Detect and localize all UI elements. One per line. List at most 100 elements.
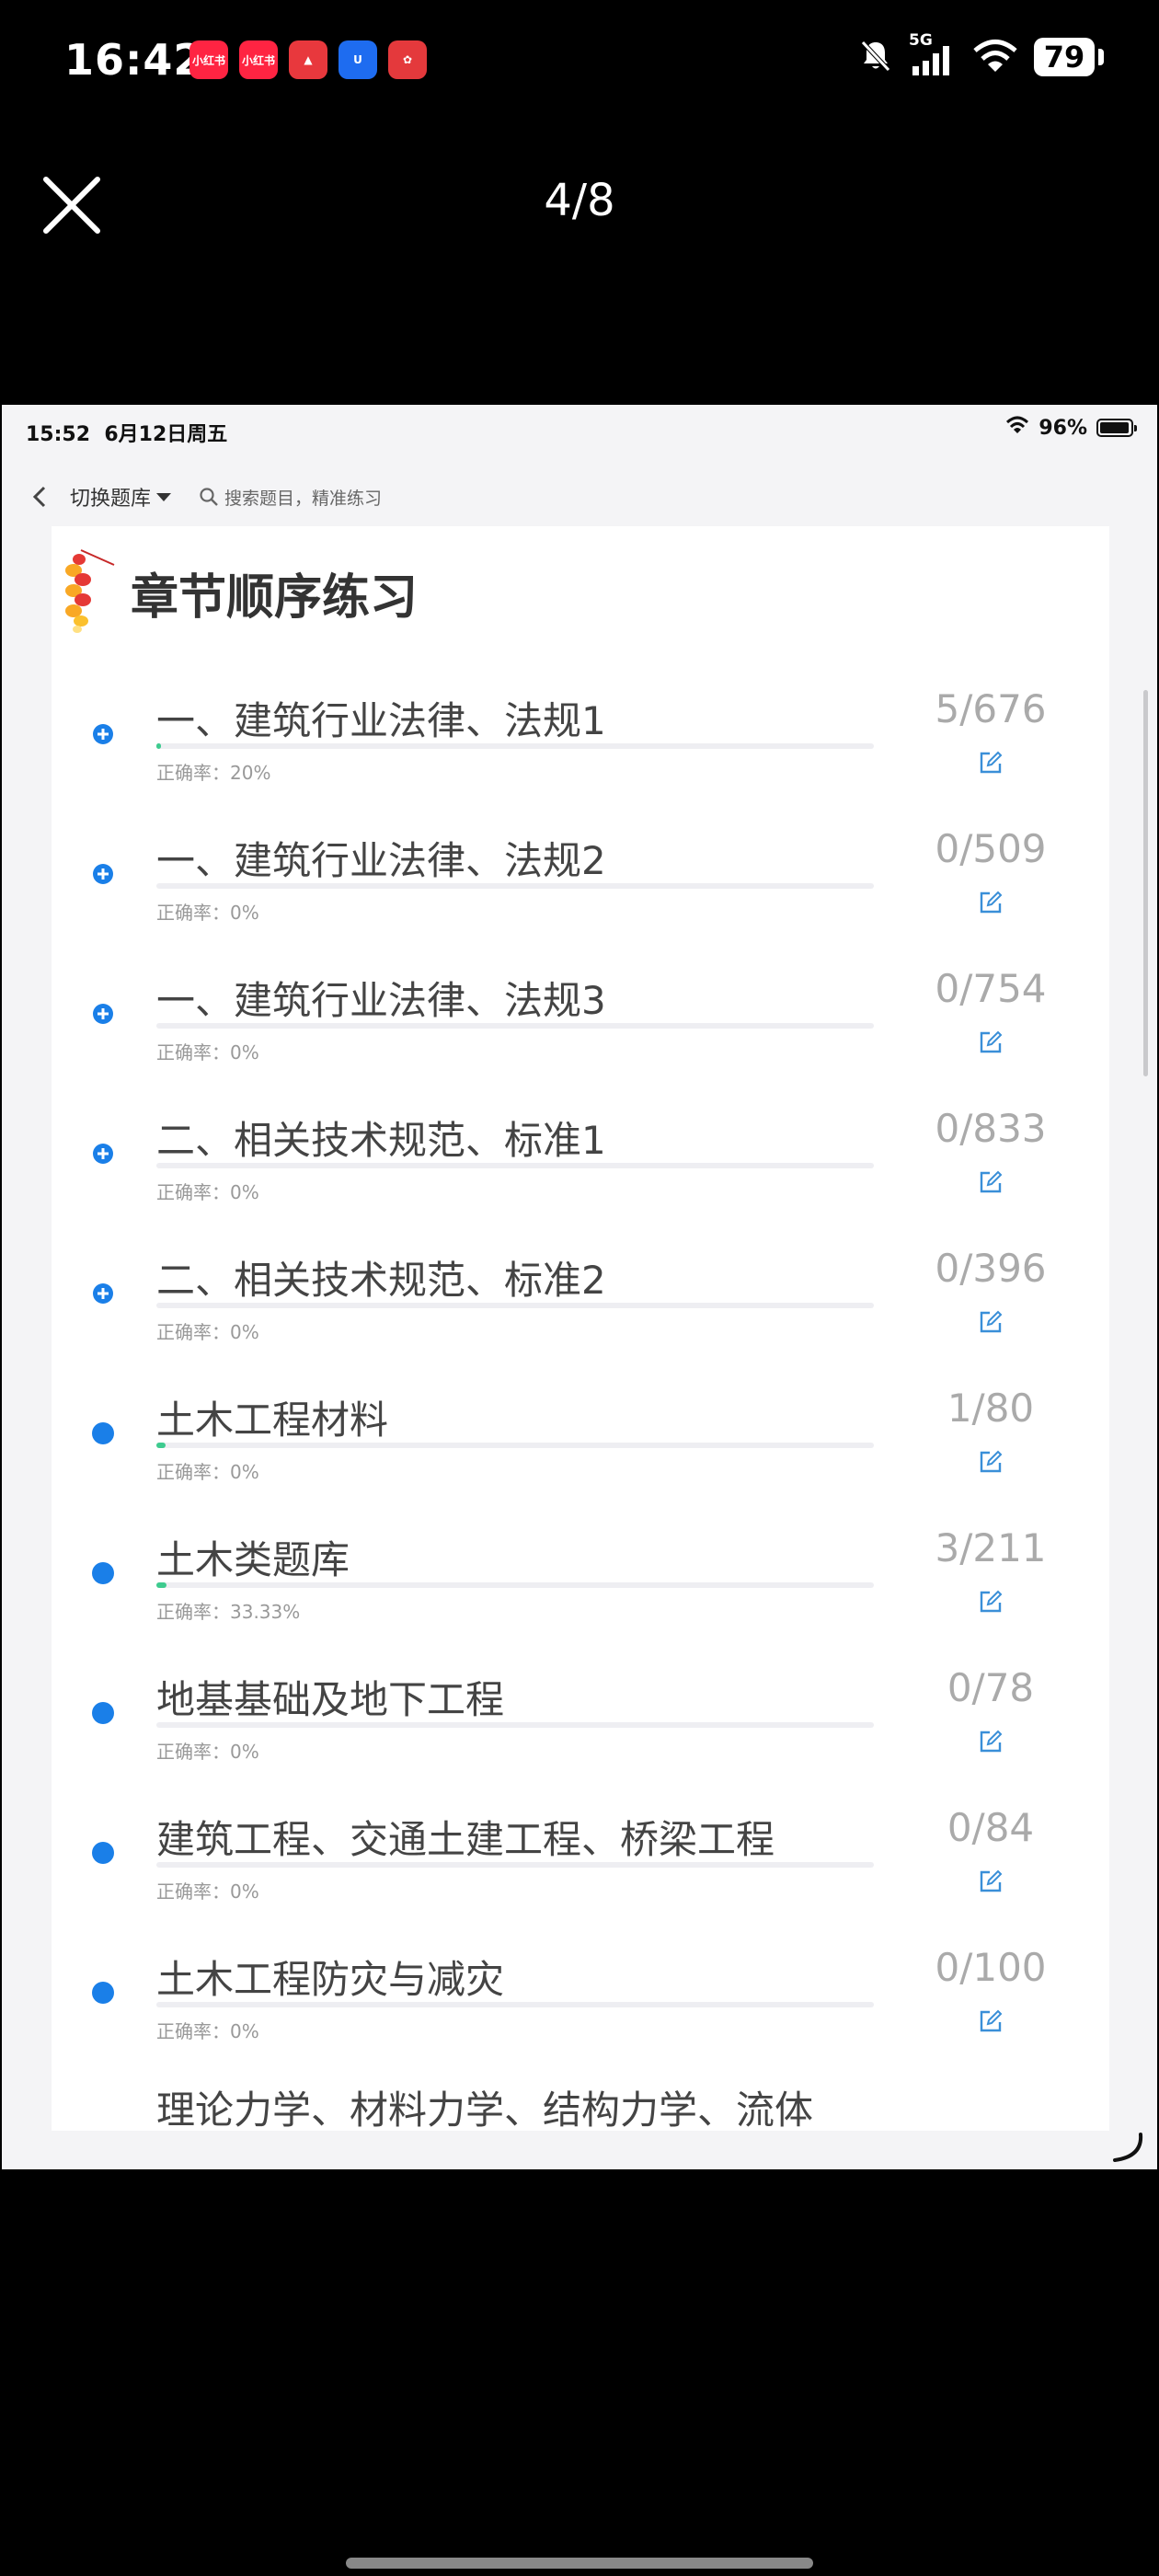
expand-plus-icon[interactable]: [90, 1141, 116, 1170]
progress-bar: [156, 1443, 874, 1448]
chapter-row[interactable]: 二、相关技术规范、标准2 正确率：0% 0/396: [2, 1231, 1157, 1371]
bullet-dot-icon: [90, 1420, 116, 1450]
progress-bar: [156, 1303, 874, 1308]
bullet-dot-icon: [90, 1560, 116, 1590]
accuracy-rate: 正确率：0%: [156, 1181, 259, 1203]
cellular-signal-icon: 5G: [909, 31, 957, 77]
battery-level: 79: [1034, 38, 1104, 76]
section-title: 章节顺序练习: [131, 569, 419, 626]
progress-count: 5/676: [935, 686, 1047, 731]
back-button[interactable]: [26, 478, 53, 515]
edit-icon[interactable]: [977, 1868, 1004, 1895]
accuracy-rate: 正确率：0%: [156, 902, 259, 924]
bullet-dot-icon: [90, 1840, 116, 1869]
wifi-icon: [971, 37, 1019, 77]
triangle-app-icon: ▲: [289, 40, 327, 79]
blue-app-icon: U: [339, 40, 377, 79]
chapter-name: 土木工程防灾与减灾: [156, 1957, 505, 2002]
progress-count: 0/78: [947, 1665, 1035, 1710]
progress-bar: [156, 1862, 874, 1868]
progress-bar: [156, 1023, 874, 1029]
chapter-row[interactable]: 一、建筑行业法律、法规3 正确率：0% 0/754: [2, 951, 1157, 1091]
pink-app-icon: ✿: [388, 40, 427, 79]
section-header: 章节顺序练习: [53, 545, 418, 640]
progress-count: 3/211: [935, 1525, 1047, 1570]
edit-icon[interactable]: [977, 2007, 1004, 2035]
edit-icon[interactable]: [977, 889, 1004, 916]
inner-clock: 15:52: [26, 423, 91, 446]
search-input[interactable]: 搜索题目，精准练习: [199, 485, 382, 510]
progress-count: 0/100: [935, 1945, 1047, 1990]
chapter-row[interactable]: 二、相关技术规范、标准1 正确率：0% 0/833: [2, 1091, 1157, 1231]
progress-bar: [156, 1582, 874, 1588]
search-placeholder: 搜索题目，精准练习: [224, 488, 383, 509]
chapter-row[interactable]: 地基基础及地下工程正确率：0% 0/78: [2, 1650, 1157, 1790]
edit-icon[interactable]: [977, 1448, 1004, 1476]
edit-icon[interactable]: [977, 1168, 1004, 1196]
expand-plus-icon[interactable]: [90, 721, 116, 751]
chapter-name: 二、相关技术规范、标准2: [156, 1258, 606, 1303]
top-toolbar: 切换题库 搜索题目，精准练习: [2, 469, 1157, 524]
progress-bar: [156, 1163, 874, 1168]
chapter-name: 二、相关技术规范、标准1: [156, 1118, 606, 1163]
notification-app-icons: 小红书 小红书 ▲ U ✿: [189, 40, 427, 79]
progress-bar-fill: [156, 1582, 166, 1588]
progress-bar-fill: [156, 743, 162, 749]
chevron-left-icon: [32, 486, 46, 508]
progress-count: 0/833: [935, 1106, 1047, 1151]
expand-plus-icon[interactable]: [90, 861, 116, 891]
chapter-name-partial: 理论力学、材料力学、结构力学、流体: [156, 2087, 814, 2133]
accuracy-rate: 正确率：0%: [156, 1461, 259, 1483]
inner-status-bar: 15:52 6月12日周五 96%: [2, 405, 1157, 460]
chapter-row[interactable]: 土木工程防灾与减灾正确率：0% 0/100: [2, 1930, 1157, 2070]
expand-plus-icon[interactable]: [90, 1281, 116, 1310]
accuracy-rate: 正确率：0%: [156, 1041, 259, 1064]
chapter-name: 土木工程材料: [156, 1397, 389, 1443]
progress-count: 0/754: [935, 966, 1047, 1011]
switch-question-bank-label: 切换题库: [70, 488, 152, 511]
xiaohongshu-icon: 小红书: [239, 40, 278, 79]
edit-icon[interactable]: [977, 1308, 1004, 1336]
screenshot-image: 15:52 6月12日周五 96% 切换题库 搜索题目，精准练习 章节顺序练习 …: [2, 405, 1157, 2169]
search-icon: [200, 488, 218, 506]
progress-count: 0/84: [947, 1805, 1035, 1850]
edit-icon[interactable]: [977, 1728, 1004, 1755]
chapter-row[interactable]: 一、建筑行业法律、法规2 正确率：0% 0/509: [2, 811, 1157, 951]
mute-bell-icon: [857, 37, 894, 77]
image-counter: 4/8: [544, 175, 615, 226]
chapter-row[interactable]: 土木类题库正确率：33.33% 3/211: [2, 1511, 1157, 1650]
loading-arc-icon: [1106, 2125, 1146, 2166]
expand-plus-icon[interactable]: [90, 1001, 116, 1030]
inner-status-right: 96%: [1005, 416, 1137, 440]
edit-icon[interactable]: [977, 749, 1004, 776]
accuracy-rate: 正确率：33.33%: [156, 1601, 301, 1623]
progress-count: 1/80: [947, 1386, 1035, 1431]
edit-icon[interactable]: [977, 1029, 1004, 1056]
chapter-name: 一、建筑行业法律、法规1: [156, 698, 606, 743]
accuracy-rate: 正确率：0%: [156, 2020, 259, 2042]
bullet-dot-icon: [90, 1700, 116, 1730]
chapter-row[interactable]: 建筑工程、交通土建工程、桥梁工程 正确率：0% 0/84: [2, 1790, 1157, 1930]
inner-battery-percent: 96%: [1039, 416, 1087, 440]
chapter-row[interactable]: 一、建筑行业法律、法规1 正确率：20% 5/676: [2, 672, 1157, 811]
chapter-name: 地基基础及地下工程: [156, 1677, 505, 1722]
chapter-name: 一、建筑行业法律、法规2: [156, 838, 606, 883]
accuracy-rate: 正确率：0%: [156, 1321, 259, 1343]
chapter-name: 土木类题库: [156, 1537, 350, 1582]
status-indicators: 5G 79: [857, 31, 1104, 77]
accuracy-rate: 正确率：0%: [156, 1741, 259, 1763]
inner-time: 15:52 6月12日周五: [26, 418, 227, 447]
home-indicator[interactable]: [346, 2558, 813, 2569]
caret-down-icon: [156, 492, 172, 501]
chapter-row[interactable]: 土木工程材料正确率：0% 1/80: [2, 1371, 1157, 1511]
edit-icon[interactable]: [977, 1588, 1004, 1616]
accuracy-rate: 正确率：0%: [156, 1880, 259, 1903]
progress-count: 0/509: [935, 826, 1047, 871]
inner-battery-icon: [1096, 419, 1137, 437]
phone-time: 16:42: [64, 35, 204, 85]
xiaohongshu-icon: 小红书: [189, 40, 228, 79]
progress-count: 0/396: [935, 1246, 1047, 1291]
progress-bar: [156, 1722, 874, 1728]
switch-question-bank-button[interactable]: 切换题库: [70, 482, 172, 512]
progress-bar: [156, 883, 874, 889]
